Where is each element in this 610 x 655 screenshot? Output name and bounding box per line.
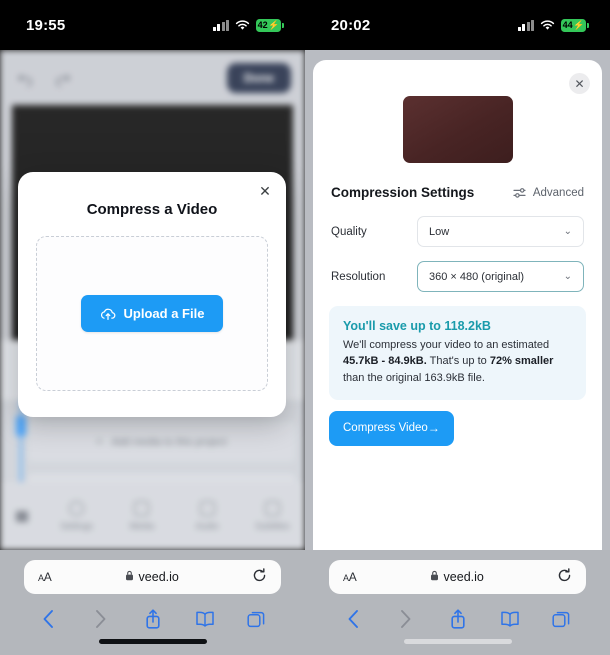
text-size-button[interactable]: AA — [343, 570, 357, 584]
sliders-icon — [513, 187, 527, 199]
screenshot-stage: 19:55 42 ⚡ Done + Add media to this proj… — [0, 0, 610, 655]
battery-icon: 42 ⚡ — [256, 18, 284, 32]
savings-details: We'll compress your video to an estimate… — [343, 337, 572, 386]
quality-select[interactable]: Low ⌄ — [417, 216, 584, 247]
charging-bolt-icon: ⚡ — [573, 19, 585, 30]
reload-icon[interactable] — [252, 568, 267, 586]
lock-icon — [125, 570, 134, 584]
tabs-button[interactable] — [231, 610, 283, 629]
savings-text-3: than the original 163.9kB file. — [343, 371, 485, 384]
chevron-down-icon: ⌄ — [563, 270, 572, 282]
status-indicators: 44 ⚡ — [517, 18, 589, 32]
savings-info-box: You'll save up to 118.2kB We'll compress… — [329, 306, 586, 400]
modal-title: Compress a Video — [86, 201, 218, 218]
status-bar-right: 20:02 44 ⚡ — [305, 0, 610, 50]
forward-button[interactable] — [74, 609, 126, 629]
tabs-button[interactable] — [536, 610, 588, 629]
browser-viewport-right: ✕ Compression Settings Advanced Quality — [305, 50, 610, 550]
bookmarks-button[interactable] — [484, 610, 536, 628]
resolution-label: Resolution — [331, 270, 386, 283]
share-button[interactable] — [126, 608, 178, 630]
compress-video-label: Compress Video — [343, 422, 428, 435]
savings-text-2: That's up to — [426, 355, 490, 368]
lock-icon — [430, 570, 439, 584]
wifi-icon — [540, 19, 555, 31]
savings-percent: 72% smaller — [489, 355, 554, 368]
url-text: veed.io — [138, 570, 179, 584]
cellular-signal-icon — [212, 19, 229, 31]
share-button[interactable] — [431, 608, 483, 630]
chevron-down-icon: ⌄ — [563, 225, 572, 237]
battery-icon: 44 ⚡ — [561, 18, 589, 32]
compression-sheet: ✕ Compression Settings Advanced Quality — [313, 60, 602, 550]
text-size-button[interactable]: AAAA — [38, 570, 52, 584]
safari-nav-row — [305, 602, 610, 636]
quality-label: Quality — [331, 225, 367, 238]
back-button[interactable] — [327, 609, 379, 629]
resolution-field: Resolution 360 × 480 (original) ⌄ — [313, 261, 602, 292]
arrow-right-icon: → — [427, 421, 440, 436]
phone-screen-right: 20:02 44 ⚡ ✕ Compression Settings Advanc… — [305, 0, 610, 655]
safari-bottom-bar-left: AAAA veed.io — [0, 550, 305, 655]
advanced-button[interactable]: Advanced — [513, 187, 584, 199]
forward-button[interactable] — [379, 609, 431, 629]
status-indicators: 42 ⚡ — [212, 18, 284, 32]
section-title: Compression Settings — [331, 185, 475, 200]
compress-video-button[interactable]: Compress Video → — [329, 410, 454, 446]
close-icon[interactable]: ✕ — [257, 183, 273, 199]
safari-bottom-bar-right: AA veed.io — [305, 550, 610, 655]
video-thumbnail[interactable] — [402, 96, 513, 163]
quality-value: Low — [429, 225, 450, 238]
phone-screen-left: 19:55 42 ⚡ Done + Add media to this proj… — [0, 0, 305, 655]
bookmarks-button[interactable] — [179, 610, 231, 628]
quality-field: Quality Low ⌄ — [313, 216, 602, 247]
status-bar-left: 19:55 42 ⚡ — [0, 0, 305, 50]
compress-video-modal: ✕ Compress a Video Upload a File — [18, 172, 286, 417]
file-dropzone[interactable]: Upload a File — [36, 236, 268, 391]
url-display[interactable]: veed.io — [356, 570, 557, 584]
address-bar[interactable]: AAAA veed.io — [24, 560, 281, 594]
thumbnail-container — [313, 60, 602, 185]
status-time: 19:55 — [26, 16, 66, 34]
battery-level: 42 — [257, 19, 268, 30]
savings-text-1: We'll compress your video to an estimate… — [343, 339, 550, 351]
advanced-label: Advanced — [532, 186, 584, 199]
battery-level: 44 — [562, 19, 573, 30]
resolution-value: 360 × 480 (original) — [429, 270, 525, 283]
status-time: 20:02 — [331, 16, 371, 34]
section-header: Compression Settings Advanced — [313, 185, 602, 200]
safari-nav-row — [0, 602, 305, 636]
close-icon[interactable]: ✕ — [569, 73, 590, 94]
upload-file-label: Upload a File — [123, 306, 205, 321]
savings-headline: You'll save up to 118.2kB — [343, 319, 491, 333]
back-button[interactable] — [22, 609, 74, 629]
savings-range: 45.7kB - 84.9kB. — [343, 355, 427, 368]
charging-bolt-icon: ⚡ — [268, 19, 280, 30]
upload-file-button[interactable]: Upload a File — [80, 295, 224, 332]
cellular-signal-icon — [517, 19, 534, 31]
wifi-icon — [235, 19, 250, 31]
resolution-select[interactable]: 360 × 480 (original) ⌄ — [417, 261, 584, 292]
home-indicator — [98, 639, 207, 644]
reload-icon[interactable] — [557, 568, 572, 586]
url-text: veed.io — [443, 570, 484, 584]
url-display[interactable]: veed.io — [51, 570, 252, 584]
address-bar[interactable]: AA veed.io — [329, 560, 586, 594]
cloud-upload-icon — [100, 307, 116, 321]
home-indicator — [403, 639, 512, 644]
browser-viewport-left: Done + Add media to this project Setting… — [0, 50, 305, 550]
